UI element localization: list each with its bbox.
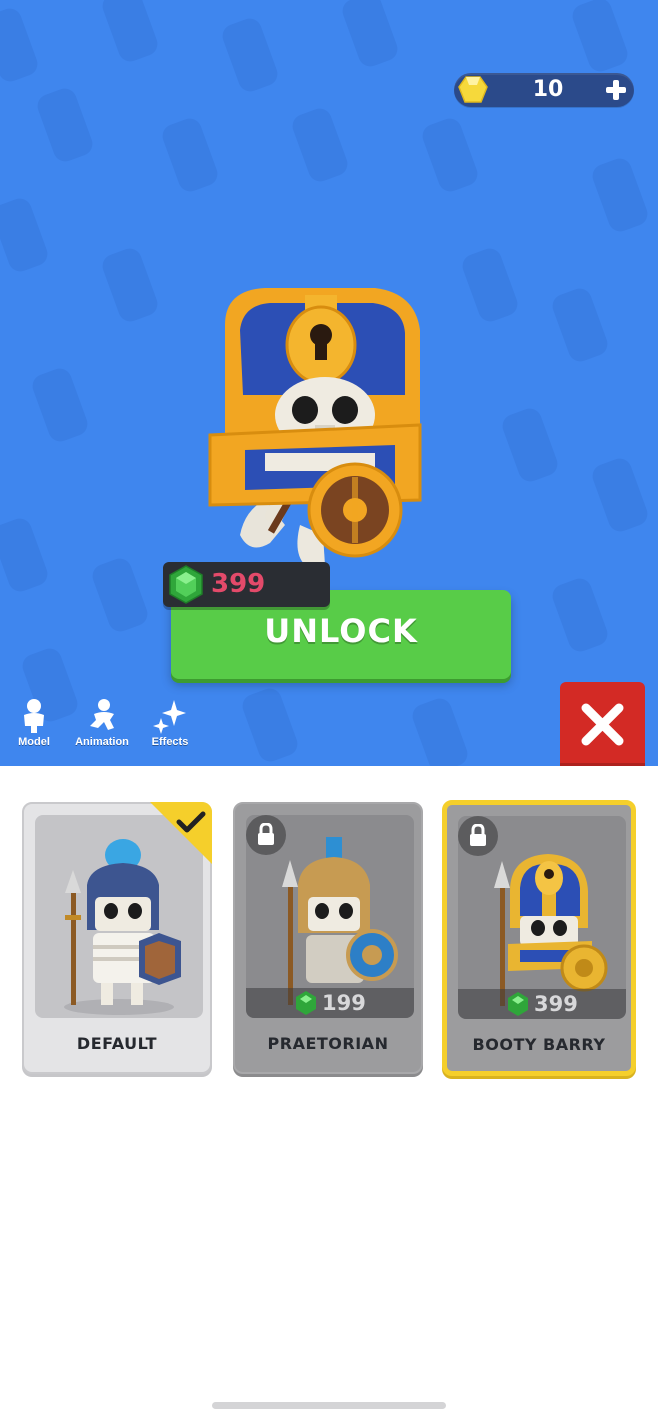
lock-badge xyxy=(458,816,498,856)
mode-model[interactable]: Model xyxy=(2,698,66,754)
gold-gem-icon xyxy=(458,76,488,103)
gem-counter[interactable]: 10 xyxy=(454,73,634,107)
mode-animation[interactable]: Animation xyxy=(70,698,134,754)
skin-name: BOOTY BARRY xyxy=(472,1035,606,1054)
green-gem-icon xyxy=(169,565,203,604)
skin-price: 399 xyxy=(534,992,578,1016)
skin-card-default[interactable]: DEFAULT xyxy=(22,802,212,1074)
hero-price: 399 xyxy=(211,569,266,599)
lock-icon xyxy=(258,823,274,845)
checkmark-icon xyxy=(176,811,206,833)
cost-band: 399 xyxy=(458,989,626,1019)
green-gem-icon xyxy=(508,992,528,1016)
animation-icon xyxy=(90,699,114,730)
lock-badge xyxy=(246,815,286,855)
preview-stage: 10 UNLOCK 399 Model Animation Effects xyxy=(0,0,658,766)
home-indicator[interactable] xyxy=(212,1402,446,1409)
skin-name: PRAETORIAN xyxy=(267,1034,389,1053)
cost-band: 199 xyxy=(246,988,414,1018)
close-button[interactable] xyxy=(560,682,645,766)
skin-name: DEFAULT xyxy=(76,1034,158,1053)
skin-price: 199 xyxy=(322,991,366,1015)
hero-preview-booty-barry xyxy=(208,288,422,565)
green-gem-icon xyxy=(296,991,316,1015)
unlock-label: UNLOCK xyxy=(264,612,418,650)
plus-icon[interactable] xyxy=(602,76,630,104)
skin-card-booty-barry[interactable]: 399 BOOTY BARRY xyxy=(442,800,636,1076)
skin-card-praetorian[interactable]: 199 PRAETORIAN xyxy=(233,802,423,1074)
effects-icon xyxy=(153,700,186,734)
price-tag: 399 xyxy=(163,562,330,607)
mode-model-label: Model xyxy=(18,736,50,748)
model-icon xyxy=(24,699,44,733)
mode-animation-label: Animation xyxy=(75,736,129,748)
lock-icon xyxy=(470,824,486,846)
close-icon xyxy=(581,703,624,746)
mode-effects[interactable]: Effects xyxy=(138,698,202,754)
mode-effects-label: Effects xyxy=(151,736,189,748)
